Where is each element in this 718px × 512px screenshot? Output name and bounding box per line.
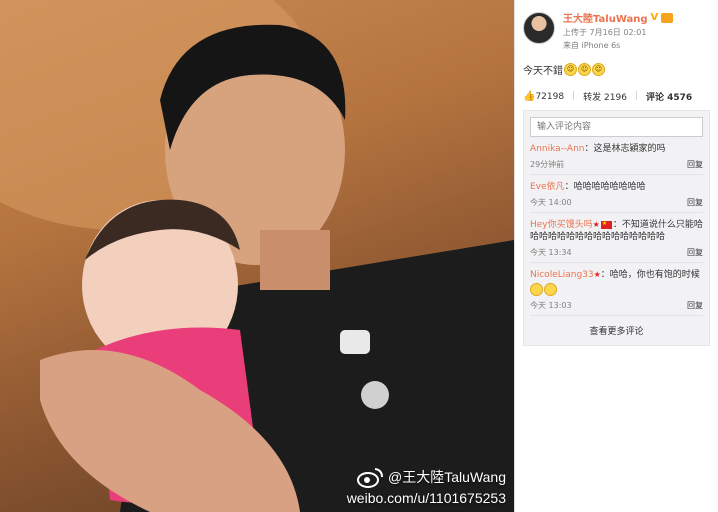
watermark-url: weibo.com/u/1101675253 — [346, 490, 506, 506]
list-item: NicoleLiang33★：哈哈，你也有饱的时候 今天 13:03 回复 — [530, 263, 703, 316]
upload-time: 上传于 7月16日 02:01 — [563, 28, 647, 37]
watermark-name: @王大陸TaluWang — [388, 469, 506, 485]
weibo-watermark: @王大陸TaluWang weibo.com/u/1101675253 — [347, 466, 506, 506]
post-photo[interactable]: @王大陸TaluWang weibo.com/u/1101675253 — [0, 0, 514, 512]
repost-button[interactable]: 转发 2196 — [583, 90, 627, 103]
like-count: 72198 — [535, 91, 565, 102]
comment-label: 评论 — [645, 92, 664, 103]
star-icon: ★ — [592, 220, 600, 229]
post-text: 今天不錯 — [523, 65, 563, 77]
comment-time: 29分钟前 — [530, 160, 565, 169]
reply-button[interactable]: 回复 — [687, 197, 703, 208]
laugh-emoji-icon — [544, 283, 557, 296]
repost-label: 转发 — [583, 92, 602, 103]
like-button[interactable]: 👍72198 — [523, 91, 564, 102]
list-item: Hey你买馒头吗★：不知道说什么只能哈哈哈哈哈哈哈哈哈哈哈哈哈哈哈哈 今天 13… — [530, 213, 703, 263]
weibo-logo-icon — [357, 468, 384, 488]
comment-user[interactable]: Hey你买馒头吗 — [530, 220, 593, 230]
comment-text: ：哈哈，你也有饱的时候 — [600, 270, 700, 280]
author-name-row: 王大陸TaluWang V — [563, 10, 674, 25]
comment-time: 今天 13:34 — [530, 248, 572, 257]
comment-tab[interactable]: 评论 4576 — [646, 90, 692, 103]
comment-text: ：这是林志穎家的吗 — [584, 144, 666, 154]
post-source: 来自 iPhone 6s — [563, 41, 621, 50]
comment-time: 今天 14:00 — [530, 198, 572, 207]
post-text-row: 今天不錯 ☺ ☺ ☺ — [523, 56, 710, 82]
comment-user[interactable]: Annika--Ann — [530, 144, 585, 154]
comment-section: Annika--Ann：这是林志穎家的吗 29分钟前 回复 Eve依凡：哈哈哈哈… — [523, 110, 710, 346]
list-item: Eve依凡：哈哈哈哈哈哈哈哈 今天 14:00 回复 — [530, 175, 703, 213]
grin-emoji-icon: ☺ — [564, 62, 577, 76]
comment-user[interactable]: NicoleLiang33 — [530, 270, 594, 280]
reply-button[interactable]: 回复 — [687, 300, 703, 311]
list-item: Annika--Ann：这是林志穎家的吗 29分钟前 回复 — [530, 137, 703, 175]
reply-button[interactable]: 回复 — [687, 159, 703, 170]
post-side-panel: 王大陸TaluWang V 上传于 7月16日 02:01 来自 iPhone … — [514, 0, 718, 512]
comment-count: 4576 — [667, 92, 693, 103]
reply-button[interactable]: 回复 — [687, 247, 703, 258]
photo-image — [0, 0, 514, 512]
comment-time: 今天 13:03 — [530, 301, 572, 310]
comment-user[interactable]: Eve依凡 — [530, 182, 565, 192]
author-name[interactable]: 王大陸TaluWang — [563, 10, 648, 25]
post-header: 王大陸TaluWang V 上传于 7月16日 02:01 来自 iPhone … — [523, 0, 710, 56]
comment-input[interactable] — [530, 117, 703, 137]
more-comments-link[interactable]: 查看更多评论 — [530, 316, 703, 337]
grin-emoji-icon: ☺ — [592, 62, 605, 76]
star-icon: ★ — [593, 270, 601, 279]
comment-text: ：哈哈哈哈哈哈哈哈 — [564, 182, 646, 192]
china-flag-icon — [600, 218, 612, 230]
post-stats: 👍72198 | 转发 2196 | 评论 4576 — [523, 90, 693, 103]
repost-count: 2196 — [604, 92, 627, 103]
verified-icon: V — [650, 12, 659, 23]
member-badge-icon — [661, 12, 674, 23]
thumbs-up-icon: 👍 — [523, 90, 536, 102]
grin-emoji-icon: ☺ — [578, 62, 591, 76]
laugh-emoji-icon — [530, 283, 543, 296]
avatar[interactable] — [523, 12, 555, 44]
